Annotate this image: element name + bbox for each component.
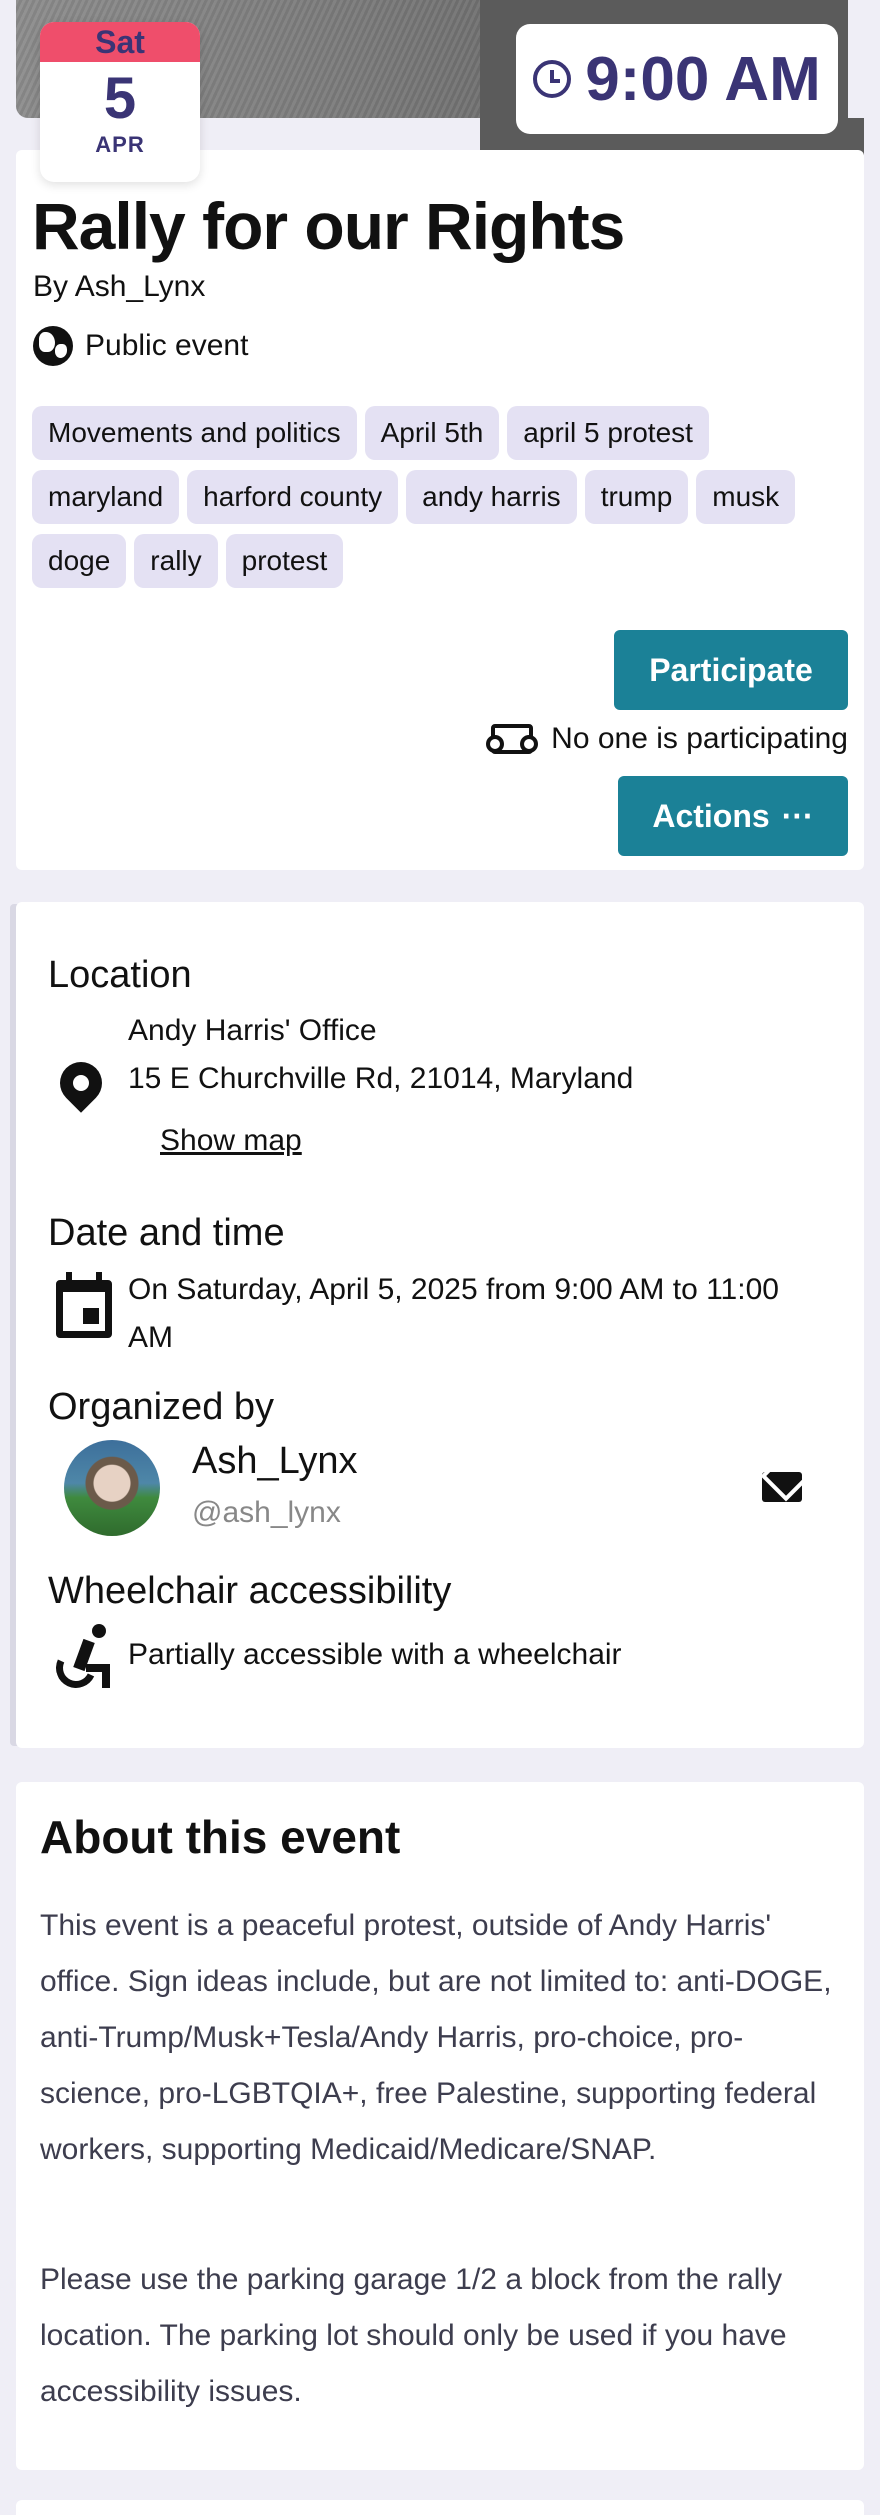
organizer-handle: @ash_lynx [192, 1496, 341, 1529]
event-byline[interactable]: By Ash_Lynx [33, 270, 205, 304]
about-heading: About this event [40, 1811, 401, 1863]
about-card: About this event This event is a peacefu… [16, 1782, 864, 2470]
date-month: APR [95, 132, 145, 157]
datetime-text: On Saturday, April 5, 2025 from 9:00 AM … [128, 1273, 779, 1354]
tag[interactable]: protest [225, 534, 344, 588]
visibility-label: Public event [85, 329, 249, 362]
calendar-icon [56, 1280, 112, 1338]
show-map-link[interactable]: Show map [160, 1124, 302, 1158]
clock-icon [533, 60, 572, 98]
tag[interactable]: harford county [187, 470, 399, 524]
tag[interactable]: maryland [32, 470, 180, 524]
participate-button[interactable]: Participate [614, 630, 848, 710]
event-header-card: Rally for our Rights By Ash_Lynx Public … [16, 150, 864, 870]
ticket-icon [486, 724, 539, 754]
globe-icon [33, 326, 73, 366]
tag[interactable]: doge [32, 534, 127, 588]
tag[interactable]: rally [134, 534, 218, 588]
date-day: 5 [103, 66, 137, 131]
email-icon[interactable] [762, 1472, 802, 1502]
accessibility-heading: Wheelchair accessibility [48, 1570, 452, 1612]
organizer-name[interactable]: Ash_Lynx [192, 1440, 357, 1483]
location-name: Andy Harris' Office [128, 1014, 377, 1047]
map-pin-icon [51, 1053, 111, 1113]
more-dots-icon: ··· [781, 797, 814, 834]
organizer-heading: Organized by [48, 1386, 275, 1428]
actions-button[interactable]: Actions ··· [618, 776, 848, 856]
tag-list: Movements and politics April 5th april 5… [32, 406, 852, 588]
organizer-avatar[interactable] [64, 1440, 160, 1536]
location-address: 15 E Churchville Rd, 21014, Maryland [128, 1062, 634, 1095]
datetime-heading: Date and time [48, 1212, 285, 1254]
event-title: Rally for our Rights [32, 189, 625, 263]
start-time: 9:00 AM [585, 44, 821, 114]
tag[interactable]: april 5 protest [507, 406, 709, 460]
actions-label: Actions [652, 797, 770, 834]
tag[interactable]: April 5th [364, 406, 500, 460]
accessibility-text: Partially accessible with a wheelchair [128, 1638, 622, 1671]
date-day-of-week: Sat [40, 22, 200, 62]
location-heading: Location [48, 954, 192, 996]
participants-status: No one is participating [486, 722, 848, 756]
about-paragraph: This event is a peaceful protest, outsid… [40, 1909, 832, 2166]
tag[interactable]: trump [584, 470, 689, 524]
tag[interactable]: musk [696, 470, 796, 524]
next-card [16, 2500, 864, 2515]
tag[interactable]: andy harris [406, 470, 577, 524]
about-paragraph: Please use the parking garage 1/2 a bloc… [40, 2263, 787, 2408]
date-badge: Sat 5 APR [40, 22, 200, 182]
wheelchair-icon [50, 1624, 114, 1694]
event-details-card: Location Andy Harris' Office 15 E Church… [16, 902, 864, 1748]
participants-text: No one is participating [551, 722, 848, 755]
tag[interactable]: Movements and politics [32, 406, 357, 460]
visibility-row: Public event [33, 326, 248, 366]
time-badge: 9:00 AM [516, 24, 838, 134]
